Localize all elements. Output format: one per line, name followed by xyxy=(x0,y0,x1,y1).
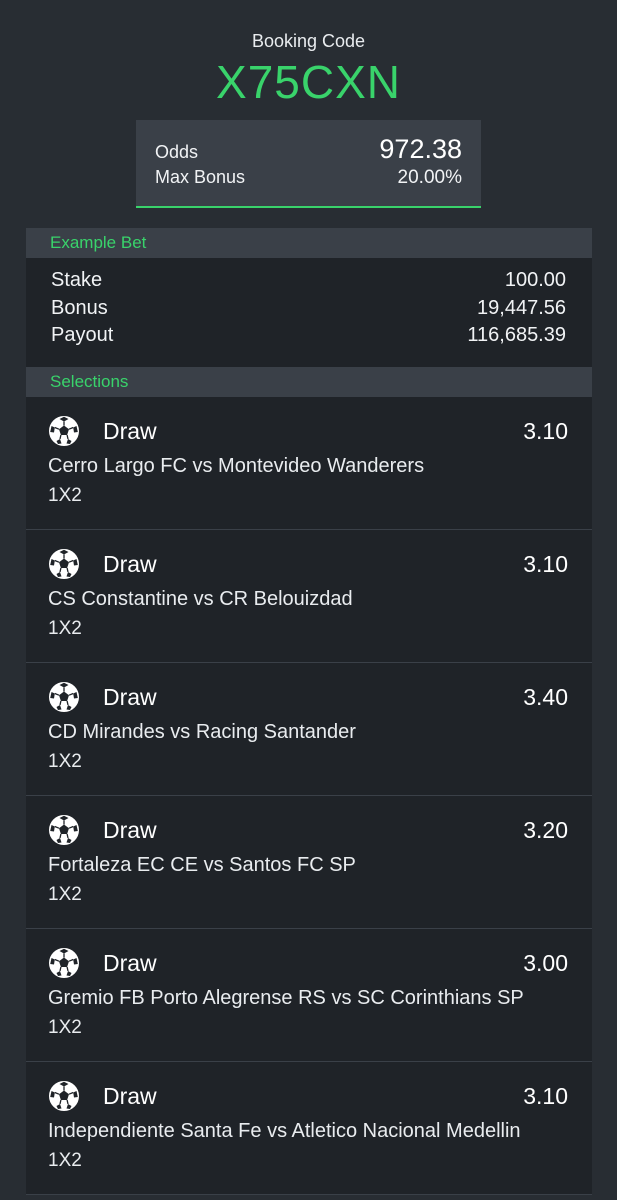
selections-list: Draw 3.10 Cerro Largo FC vs Montevideo W… xyxy=(26,397,592,1195)
selection-market: 1X2 xyxy=(48,618,82,639)
soccer-ball-icon xyxy=(48,814,80,846)
odds-summary: Odds 972.38 Max Bonus 20.00% xyxy=(136,120,481,208)
bonus-label: Bonus xyxy=(51,296,108,319)
selection-item[interactable]: Draw 3.10 Cerro Largo FC vs Montevideo W… xyxy=(26,397,592,530)
selection-match: CS Constantine vs CR Belouizdad xyxy=(48,588,353,610)
selection-market: 1X2 xyxy=(48,884,82,905)
selection-market: 1X2 xyxy=(48,1150,82,1171)
selections-section: Selections Draw 3.10 Cerro Largo FC vs M… xyxy=(26,367,592,1195)
selection-match: CD Mirandes vs Racing Santander xyxy=(48,721,356,743)
booking-header: Booking Code X75CXN xyxy=(0,0,617,108)
bonus-row: Bonus 19,447.56 xyxy=(51,295,566,323)
odds-label: Odds xyxy=(155,142,199,162)
stake-value: 100.00 xyxy=(504,269,566,291)
selection-pick: Draw xyxy=(103,949,157,976)
selection-match: Gremio FB Porto Alegrense RS vs SC Corin… xyxy=(48,987,524,1009)
selection-match: Independiente Santa Fe vs Atletico Nacio… xyxy=(48,1120,521,1142)
selection-pick: Draw xyxy=(103,417,157,444)
selection-item[interactable]: Draw 3.10 Independiente Santa Fe vs Atle… xyxy=(26,1062,592,1195)
max-bonus-label: Max Bonus xyxy=(155,167,246,187)
selection-match: Fortaleza EC CE vs Santos FC SP xyxy=(48,854,356,876)
selection-item[interactable]: Draw 3.40 CD Mirandes vs Racing Santande… xyxy=(26,663,592,796)
payout-row: Payout 116,685.39 xyxy=(51,322,566,350)
soccer-ball-icon xyxy=(48,681,80,713)
example-bet-section: Example Bet Stake 100.00 Bonus 19,447.56… xyxy=(26,228,592,369)
booking-code[interactable]: X75CXN xyxy=(0,56,617,108)
payout-label: Payout xyxy=(51,324,114,346)
soccer-ball-icon xyxy=(48,415,80,447)
selection-odds: 3.10 xyxy=(523,1082,568,1109)
selection-market: 1X2 xyxy=(48,1017,82,1038)
stake-label: Stake xyxy=(51,269,103,291)
payout-value: 116,685.39 xyxy=(467,324,566,346)
example-bet-title: Example Bet xyxy=(26,228,592,258)
selection-odds: 3.00 xyxy=(523,949,568,976)
selection-pick: Draw xyxy=(103,683,157,710)
selection-match: Cerro Largo FC vs Montevideo Wanderers xyxy=(48,455,425,477)
selection-pick: Draw xyxy=(103,816,157,843)
booking-code-label: Booking Code xyxy=(251,31,366,51)
selection-pick: Draw xyxy=(103,1082,157,1109)
soccer-ball-icon xyxy=(48,548,80,580)
selection-market: 1X2 xyxy=(48,751,82,772)
selection-item[interactable]: Draw 3.10 CS Constantine vs CR Belouizda… xyxy=(26,530,592,663)
selection-odds: 3.10 xyxy=(523,417,568,444)
soccer-ball-icon xyxy=(48,947,80,979)
soccer-ball-icon xyxy=(48,1080,80,1112)
selection-odds: 3.20 xyxy=(523,816,568,843)
selections-title: Selections xyxy=(26,367,592,397)
selection-item[interactable]: Draw 3.00 Gremio FB Porto Alegrense RS v… xyxy=(26,929,592,1062)
selection-odds: 3.10 xyxy=(523,550,568,577)
selection-market: 1X2 xyxy=(48,485,82,506)
total-odds: 972.38 xyxy=(379,134,462,164)
stake-row: Stake 100.00 xyxy=(51,267,566,295)
bonus-value: 19,447.56 xyxy=(477,296,566,319)
selection-odds: 3.40 xyxy=(523,683,568,710)
selection-item[interactable]: Draw 3.20 Fortaleza EC CE vs Santos FC S… xyxy=(26,796,592,929)
max-bonus-value: 20.00% xyxy=(397,167,462,188)
example-bet-body: Stake 100.00 Bonus 19,447.56 Payout 116,… xyxy=(26,258,592,369)
selection-pick: Draw xyxy=(103,550,157,577)
